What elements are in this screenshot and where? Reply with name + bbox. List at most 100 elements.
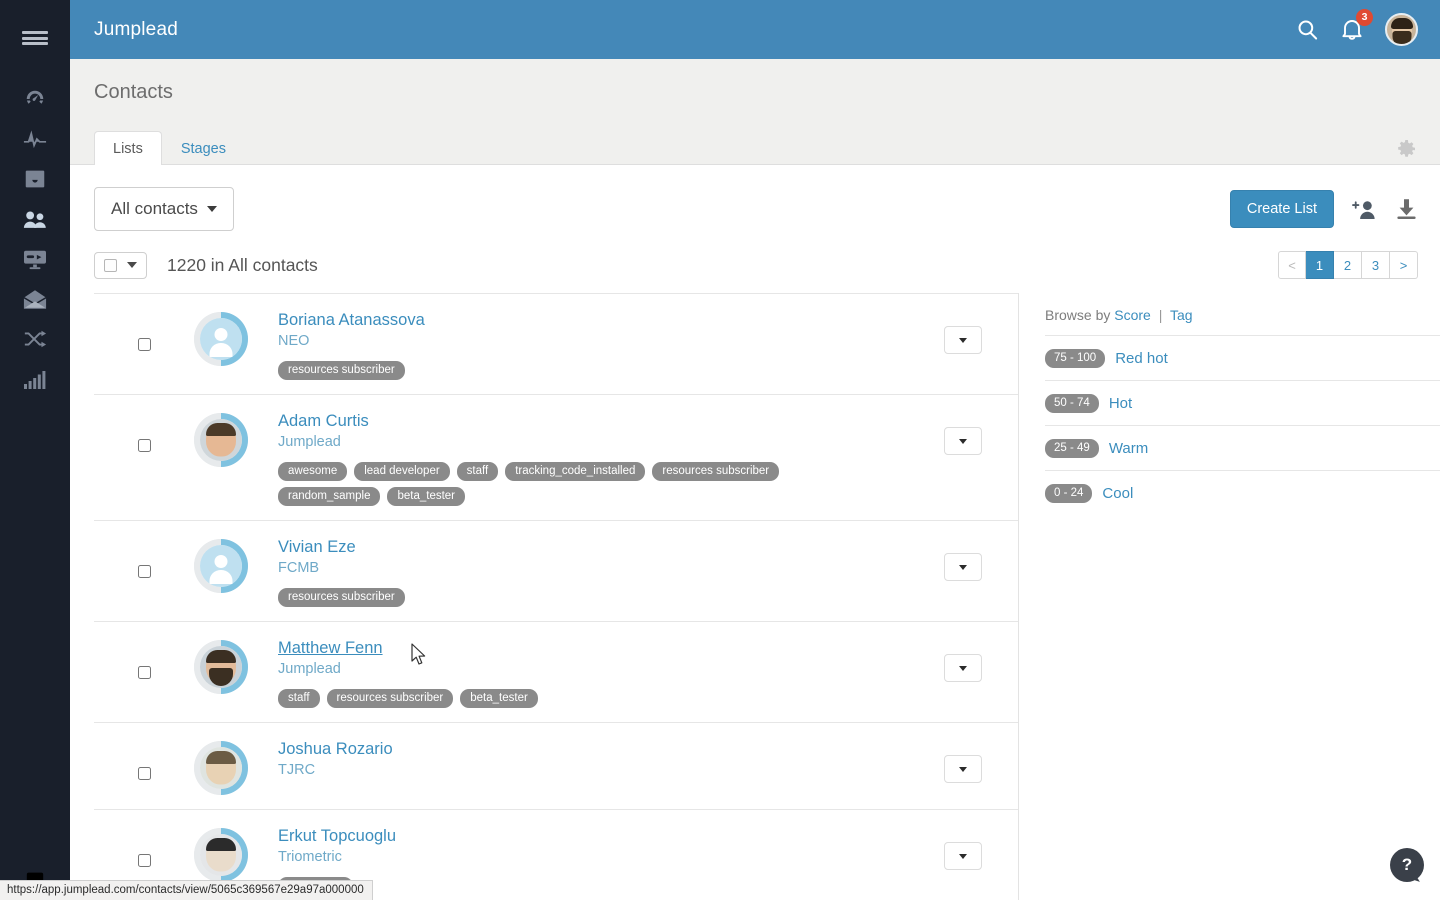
row-details: Joshua Rozario TJRC	[278, 739, 908, 778]
row-checkbox[interactable]	[137, 767, 151, 780]
contact-name-link[interactable]: Adam Curtis	[278, 412, 369, 431]
download-icon[interactable]	[1395, 198, 1418, 220]
pagination-page-2[interactable]: 2	[1334, 251, 1362, 279]
avatar[interactable]	[194, 312, 248, 366]
select-all-checkbox[interactable]	[104, 258, 117, 272]
score-range-label[interactable]: Red hot	[1115, 350, 1168, 367]
row-actions-dropdown[interactable]	[944, 553, 982, 581]
contact-tag[interactable]: staff	[456, 462, 499, 481]
row-actions-dropdown[interactable]	[944, 654, 982, 682]
add-person-icon[interactable]	[1352, 199, 1377, 220]
pagination-page-1[interactable]: 1	[1306, 251, 1334, 279]
pagination-prev[interactable]: <	[1278, 251, 1306, 279]
sidebar-item-dashboard[interactable]	[0, 80, 70, 118]
score-range-row[interactable]: 0 - 24 Cool	[1045, 470, 1440, 515]
brand-title: Jumplead	[94, 18, 178, 40]
avatar[interactable]	[194, 640, 248, 694]
sidebar-item-automation[interactable]	[0, 320, 70, 358]
contact-org: TJRC	[278, 762, 316, 778]
avatar[interactable]	[194, 741, 248, 795]
contact-name-link[interactable]: Erkut Topcuoglu	[278, 827, 396, 846]
pagination-next[interactable]: >	[1390, 251, 1418, 279]
contact-name-link[interactable]: Vivian Eze	[278, 538, 356, 557]
contact-tag[interactable]: awesome	[278, 462, 348, 481]
row-details: Boriana Atanassova NEO resources subscribe…	[278, 310, 908, 380]
select-bar: 1220 in All contacts < 1 2 3 >	[70, 231, 1440, 293]
tab-stages[interactable]: Stages	[162, 131, 245, 165]
contact-tag[interactable]: lead developer	[354, 462, 450, 481]
contact-tag[interactable]: resources subscriber	[278, 361, 405, 380]
row-checkbox[interactable]	[137, 338, 151, 351]
chevron-down-icon	[959, 766, 967, 772]
avatar[interactable]	[1385, 13, 1418, 46]
row-avatar-cell	[194, 310, 278, 366]
pagination: < 1 2 3 >	[1278, 251, 1418, 279]
sidebar-item-contacts[interactable]	[0, 200, 70, 238]
create-list-button[interactable]: Create List	[1229, 190, 1334, 228]
avatar[interactable]	[194, 413, 248, 467]
chevron-down-icon	[959, 337, 967, 343]
contact-tag[interactable]: beta_tester	[460, 689, 538, 708]
main-area: Jumplead 3 Contacts Lists Stages All con…	[70, 0, 1440, 900]
contact-tag[interactable]: resources subscriber	[326, 689, 454, 708]
row-avatar-cell	[194, 826, 278, 882]
score-range-row[interactable]: 25 - 49 Warm	[1045, 425, 1440, 470]
contact-name-link[interactable]: Matthew Fenn	[278, 639, 383, 658]
contact-tag-list: awesome lead developer staff tracking_code_…	[278, 462, 838, 506]
avatar[interactable]	[194, 539, 248, 593]
sidebar-item-campaigns[interactable]	[0, 240, 70, 278]
table-row[interactable]: Vivian Eze FCMB resources subscriber	[94, 520, 1018, 621]
row-select-cell	[94, 826, 194, 867]
gear-icon[interactable]	[1394, 137, 1418, 166]
search-icon[interactable]	[1296, 18, 1319, 41]
row-actions-dropdown[interactable]	[944, 427, 982, 455]
contact-tag[interactable]: resources subscriber	[652, 462, 780, 481]
table-row[interactable]: Matthew Fenn Jumplead staff resources subsc…	[94, 621, 1018, 722]
browse-by-header: Browse by Score | Tag	[1045, 307, 1440, 335]
contact-name-link[interactable]: Boriana Atanassova	[278, 311, 425, 330]
row-actions-dropdown[interactable]	[944, 755, 982, 783]
browse-by-score-link[interactable]: Score	[1114, 307, 1151, 323]
browse-separator: |	[1158, 307, 1163, 323]
list-filter-label: All contacts	[111, 199, 198, 218]
contact-tag[interactable]: resources subscriber	[278, 588, 405, 607]
score-range-row[interactable]: 75 - 100 Red hot	[1045, 335, 1440, 380]
sidebar-item-messaging[interactable]	[0, 280, 70, 318]
help-bubble-icon[interactable]: ?	[1390, 848, 1424, 882]
bell-icon[interactable]: 3	[1341, 8, 1373, 42]
row-actions-dropdown[interactable]	[944, 326, 982, 354]
avatar[interactable]	[194, 828, 248, 882]
contact-tag[interactable]: random_sample	[278, 487, 381, 506]
score-range-label[interactable]: Hot	[1109, 395, 1132, 412]
score-range-label[interactable]: Warm	[1109, 440, 1148, 457]
hamburger-icon[interactable]	[0, 16, 70, 60]
inbox-icon	[24, 168, 46, 190]
row-checkbox[interactable]	[137, 565, 151, 578]
score-range-label[interactable]: Cool	[1102, 485, 1133, 502]
chevron-down-icon	[959, 438, 967, 444]
table-row[interactable]: Adam Curtis Jumplead awesome lead developer…	[94, 394, 1018, 520]
row-checkbox[interactable]	[137, 439, 151, 452]
sidebar-item-reports[interactable]	[0, 360, 70, 398]
sidebar-item-activity[interactable]	[0, 120, 70, 158]
sidebar-item-inbox[interactable]	[0, 160, 70, 198]
row-avatar-cell	[194, 537, 278, 593]
pagination-page-3[interactable]: 3	[1362, 251, 1390, 279]
select-all-dropdown[interactable]	[94, 251, 147, 279]
row-avatar-cell	[194, 411, 278, 467]
row-checkbox[interactable]	[137, 854, 151, 867]
tab-lists[interactable]: Lists	[94, 131, 162, 165]
table-row[interactable]: Boriana Atanassova NEO resources subscribe…	[94, 293, 1018, 394]
score-range-badge: 0 - 24	[1045, 484, 1093, 503]
browse-by-tag-link[interactable]: Tag	[1170, 307, 1193, 323]
row-checkbox[interactable]	[137, 666, 151, 679]
list-filter-dropdown[interactable]: All contacts	[94, 187, 234, 231]
table-row[interactable]: Joshua Rozario TJRC	[94, 722, 1018, 809]
row-actions-dropdown[interactable]	[944, 842, 982, 870]
score-range-row[interactable]: 50 - 74 Hot	[1045, 380, 1440, 425]
contact-tag[interactable]: beta_tester	[387, 487, 466, 506]
row-select-cell	[94, 537, 194, 578]
contact-name-link[interactable]: Joshua Rozario	[278, 740, 393, 759]
contact-tag[interactable]: tracking_code_installed	[505, 462, 646, 481]
contact-tag[interactable]: staff	[278, 689, 320, 708]
